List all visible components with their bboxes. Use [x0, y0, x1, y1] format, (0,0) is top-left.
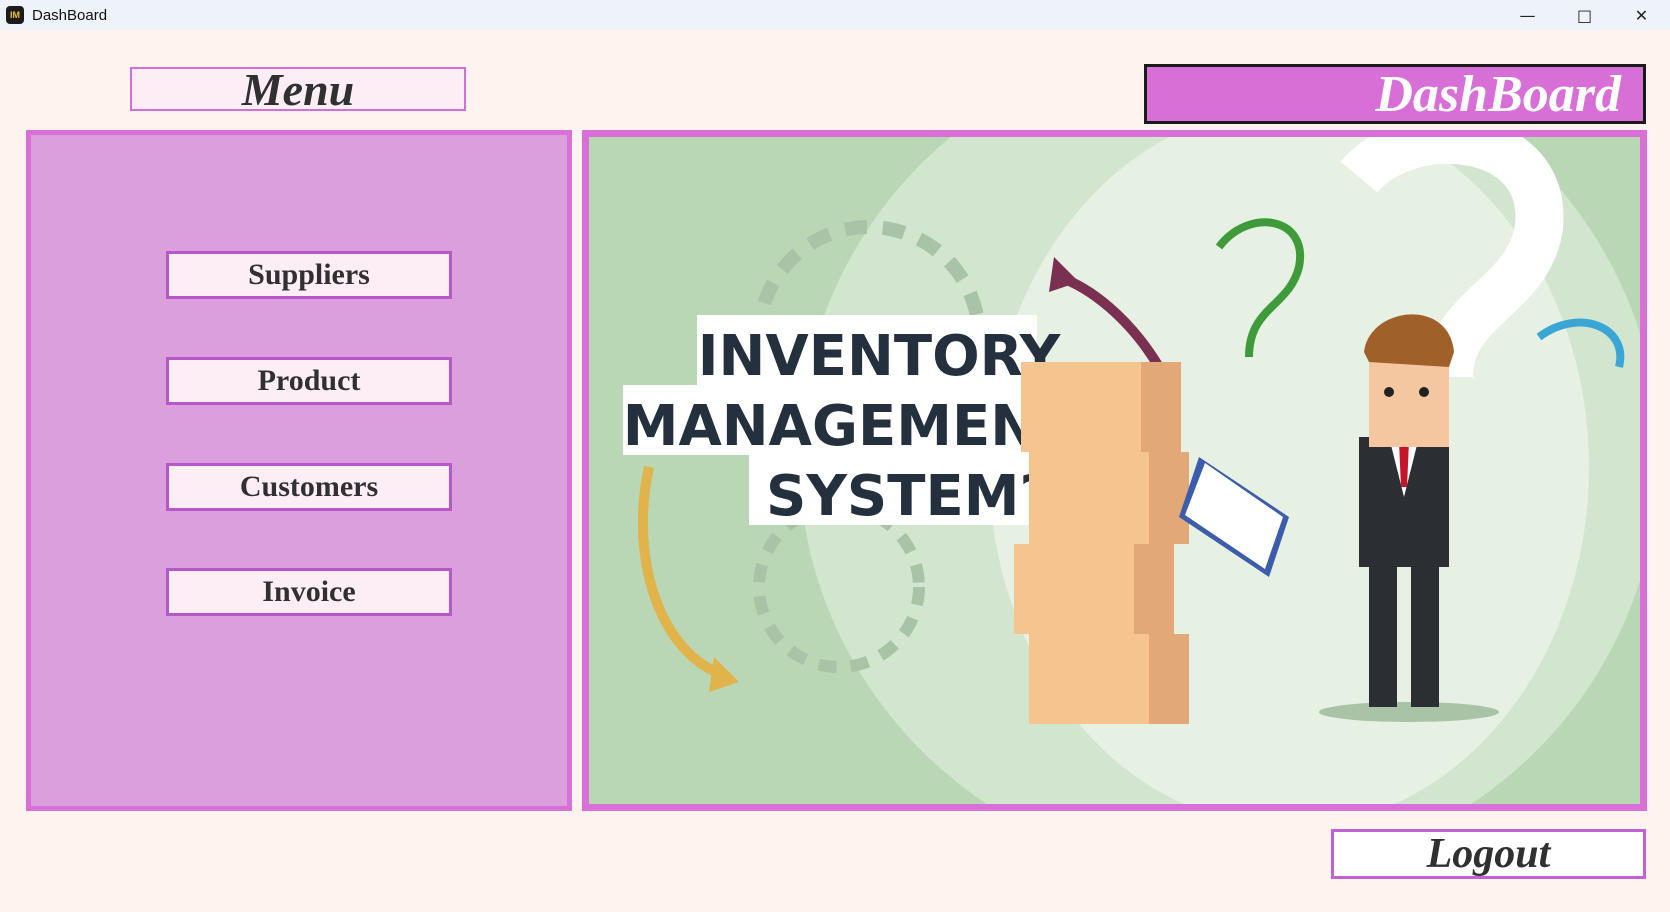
logout-button[interactable]: Logout: [1331, 829, 1646, 879]
customers-button[interactable]: Customers: [166, 463, 452, 511]
page-title: DashBoard: [1144, 64, 1646, 124]
menu-panel: Suppliers Product Customers Invoice: [26, 130, 572, 811]
inventory-illustration: INVENTORY MANAGEMENT SYSTEM?: [589, 137, 1640, 804]
banner-line-2: MANAGEMENT: [623, 394, 1076, 459]
menu-heading: Menu: [130, 64, 466, 115]
app-logo-icon: IM: [6, 6, 24, 24]
window-title: DashBoard: [32, 6, 108, 24]
box-stack: [1014, 362, 1189, 724]
invoice-button[interactable]: Invoice: [166, 568, 452, 616]
window-titlebar: IM DashBoard — □ ✕: [0, 0, 1670, 30]
app-logo-text: IM: [10, 10, 20, 20]
close-icon[interactable]: ✕: [1613, 0, 1670, 30]
suppliers-button[interactable]: Suppliers: [166, 251, 452, 299]
minimize-icon[interactable]: —: [1499, 0, 1556, 30]
banner-line-1: INVENTORY: [698, 324, 1062, 389]
dashboard-illustration: INVENTORY MANAGEMENT SYSTEM?: [582, 130, 1647, 811]
maximize-icon[interactable]: □: [1556, 0, 1613, 30]
banner-line-3: SYSTEM?: [766, 464, 1052, 529]
product-button[interactable]: Product: [166, 357, 452, 405]
window-controls: — □ ✕: [1499, 0, 1670, 30]
